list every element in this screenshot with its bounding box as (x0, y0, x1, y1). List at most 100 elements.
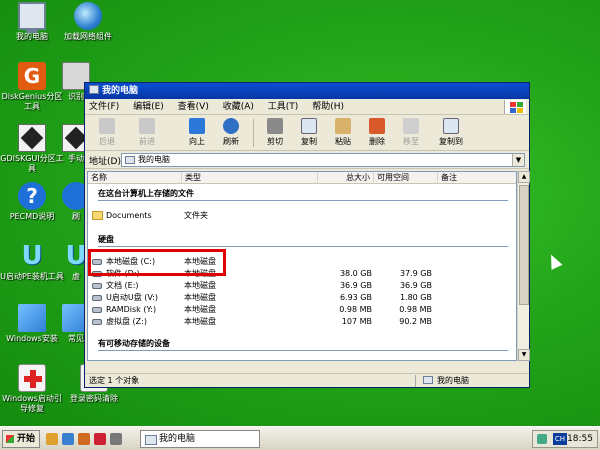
item-name: Documents (106, 211, 152, 220)
menu-help[interactable]: 帮助(H) (312, 102, 344, 112)
desktop-icon-pecmd[interactable]: ? PECMD说明 (0, 182, 64, 222)
item-total: 0.98 MB (339, 305, 372, 314)
back-button[interactable]: 后退 (89, 118, 125, 147)
back-arrow-icon (99, 118, 115, 134)
desktop-icon-gdisk[interactable]: GDISKGUI分区工具 (0, 124, 64, 174)
desktop-icon-windows-install[interactable]: Windows安装 (0, 304, 64, 344)
taskbar: 开始 我的电脑 CH 18:55 (0, 426, 600, 450)
scroll-down-icon[interactable]: ▼ (518, 349, 530, 361)
quick-launch-icon[interactable] (46, 433, 58, 445)
item-type: 文件夹 (184, 211, 208, 220)
my-computer-icon (423, 376, 433, 384)
item-name: U启动U盘 (V:) (106, 293, 159, 302)
my-computer-icon (125, 156, 135, 164)
chevron-down-icon[interactable]: ▼ (512, 154, 524, 166)
first-aid-kit-icon (18, 364, 46, 392)
refresh-button[interactable]: 刷新 (213, 118, 249, 147)
quick-launch-icon[interactable] (110, 433, 122, 445)
system-tray: CH 18:55 (532, 430, 598, 448)
scroll-up-icon[interactable]: ▲ (518, 171, 530, 183)
paste-button[interactable]: 粘贴 (325, 118, 361, 147)
move-to-button[interactable]: 移至 (393, 118, 429, 147)
toolbar-label: 粘贴 (335, 137, 351, 146)
column-name[interactable]: 名称 (88, 172, 182, 184)
column-total-size[interactable]: 总大小 (318, 172, 374, 184)
vertical-scrollbar[interactable]: ▲ ▼ (517, 171, 530, 361)
group-removable-header: 有可移动存储的设备 (98, 339, 170, 348)
folder-icon (92, 211, 103, 220)
taskbar-button-label: 我的电脑 (159, 434, 196, 444)
menu-file[interactable]: 文件(F) (89, 102, 119, 112)
menu-bar: 文件(F) 编辑(E) 查看(V) 收藏(A) 工具(T) 帮助(H) (85, 99, 529, 115)
toolbar-label: 复制 (301, 137, 317, 146)
desktop-icon-load-network[interactable]: 加载网络组件 (56, 2, 120, 42)
address-value: 我的电脑 (138, 155, 170, 164)
item-total: 38.0 GB (339, 269, 372, 278)
list-item-disk-z[interactable]: 虚拟盘 (Z:) 本地磁盘 107 MB 90.2 MB (88, 316, 516, 328)
desktop-icon-label: 登录密码清除 (70, 394, 118, 403)
list-item-documents[interactable]: Documents 文件夹 (88, 210, 516, 222)
group-divider (98, 200, 508, 201)
column-free-space[interactable]: 可用空间 (374, 172, 438, 184)
desktop-icon-label: Windows安装 (6, 334, 58, 343)
my-computer-window: 我的电脑 文件(F) 编辑(E) 查看(V) 收藏(A) 工具(T) 帮助(H)… (84, 82, 530, 388)
toolbar-label: 移至 (403, 137, 419, 146)
item-total: 107 MB (341, 317, 372, 326)
item-type: 本地磁盘 (184, 317, 216, 326)
quick-launch-icon[interactable] (62, 433, 74, 445)
desktop-icon-diskgenius[interactable]: G DiskGenius分区工具 (0, 62, 64, 112)
network-globe-icon (74, 2, 102, 30)
item-total: 36.9 GB (339, 281, 372, 290)
desktop-icon-label: 加载网络组件 (64, 32, 112, 41)
start-button[interactable]: 开始 (2, 430, 40, 448)
item-total: 6.93 GB (339, 293, 372, 302)
item-free: 1.80 GB (399, 293, 432, 302)
hard-disk-icon (92, 283, 102, 289)
status-bar: 选定 1 个对象 我的电脑 (85, 373, 529, 387)
clock: 18:55 (567, 434, 593, 444)
taskbar-button-my-computer[interactable]: 我的电脑 (140, 430, 260, 448)
item-type: 本地磁盘 (184, 281, 216, 290)
network-icon[interactable] (537, 434, 547, 444)
menu-tools[interactable]: 工具(T) (268, 102, 299, 112)
column-comment[interactable]: 备注 (438, 172, 516, 184)
group-files-header: 在这台计算机上存储的文件 (98, 189, 194, 198)
window-titlebar[interactable]: 我的电脑 (85, 83, 529, 99)
delete-button[interactable]: 删除 (359, 118, 395, 147)
desktop-icon-u-boot[interactable]: U U启动PE装机工具 (0, 242, 64, 282)
scroll-thumb[interactable] (519, 185, 529, 305)
toolbar-label: 向上 (189, 137, 205, 146)
item-name: 文档 (E:) (106, 281, 139, 290)
help-icon: ? (18, 182, 46, 210)
cut-button[interactable]: 剪切 (257, 118, 293, 147)
menu-edit[interactable]: 编辑(E) (133, 102, 164, 112)
desktop-icon-my-computer[interactable]: 我的电脑 (0, 2, 64, 42)
up-button[interactable]: 向上 (179, 118, 215, 147)
menu-favorites[interactable]: 收藏(A) (223, 102, 254, 112)
up-arrow-icon (189, 118, 205, 134)
hard-disk-icon (92, 319, 102, 325)
highlight-box (88, 249, 226, 276)
move-to-icon (403, 118, 419, 134)
desktop-icon-windows-boot-repair[interactable]: Windows启动引导修复 (0, 364, 64, 414)
copy-to-button[interactable]: 复制到 (433, 118, 469, 147)
forward-button[interactable]: 前进 (129, 118, 165, 147)
quick-launch-icon[interactable] (94, 433, 106, 445)
list-item-disk-v[interactable]: U启动U盘 (V:) 本地磁盘 6.93 GB 1.80 GB (88, 292, 516, 304)
toolbar-label: 删除 (369, 137, 385, 146)
group-divider (98, 246, 508, 247)
language-indicator[interactable]: CH (553, 433, 567, 445)
copy-button[interactable]: 复制 (291, 118, 327, 147)
my-computer-icon (89, 85, 99, 94)
toolbar-label: 剪切 (267, 137, 283, 146)
list-item-disk-y[interactable]: RAMDisk (Y:) 本地磁盘 0.98 MB 0.98 MB (88, 304, 516, 316)
desktop-icon-label: DiskGenius分区工具 (1, 92, 63, 111)
menu-view[interactable]: 查看(V) (178, 102, 209, 112)
desktop-icon-label: GDISKGUI分区工具 (0, 154, 64, 173)
list-item-disk-e[interactable]: 文档 (E:) 本地磁盘 36.9 GB 36.9 GB (88, 280, 516, 292)
address-input[interactable]: 我的电脑 ▼ (121, 153, 525, 167)
column-type[interactable]: 类型 (182, 172, 318, 184)
quick-launch-icon[interactable] (78, 433, 90, 445)
hard-disk-icon (92, 295, 102, 301)
group-divider (98, 350, 508, 351)
